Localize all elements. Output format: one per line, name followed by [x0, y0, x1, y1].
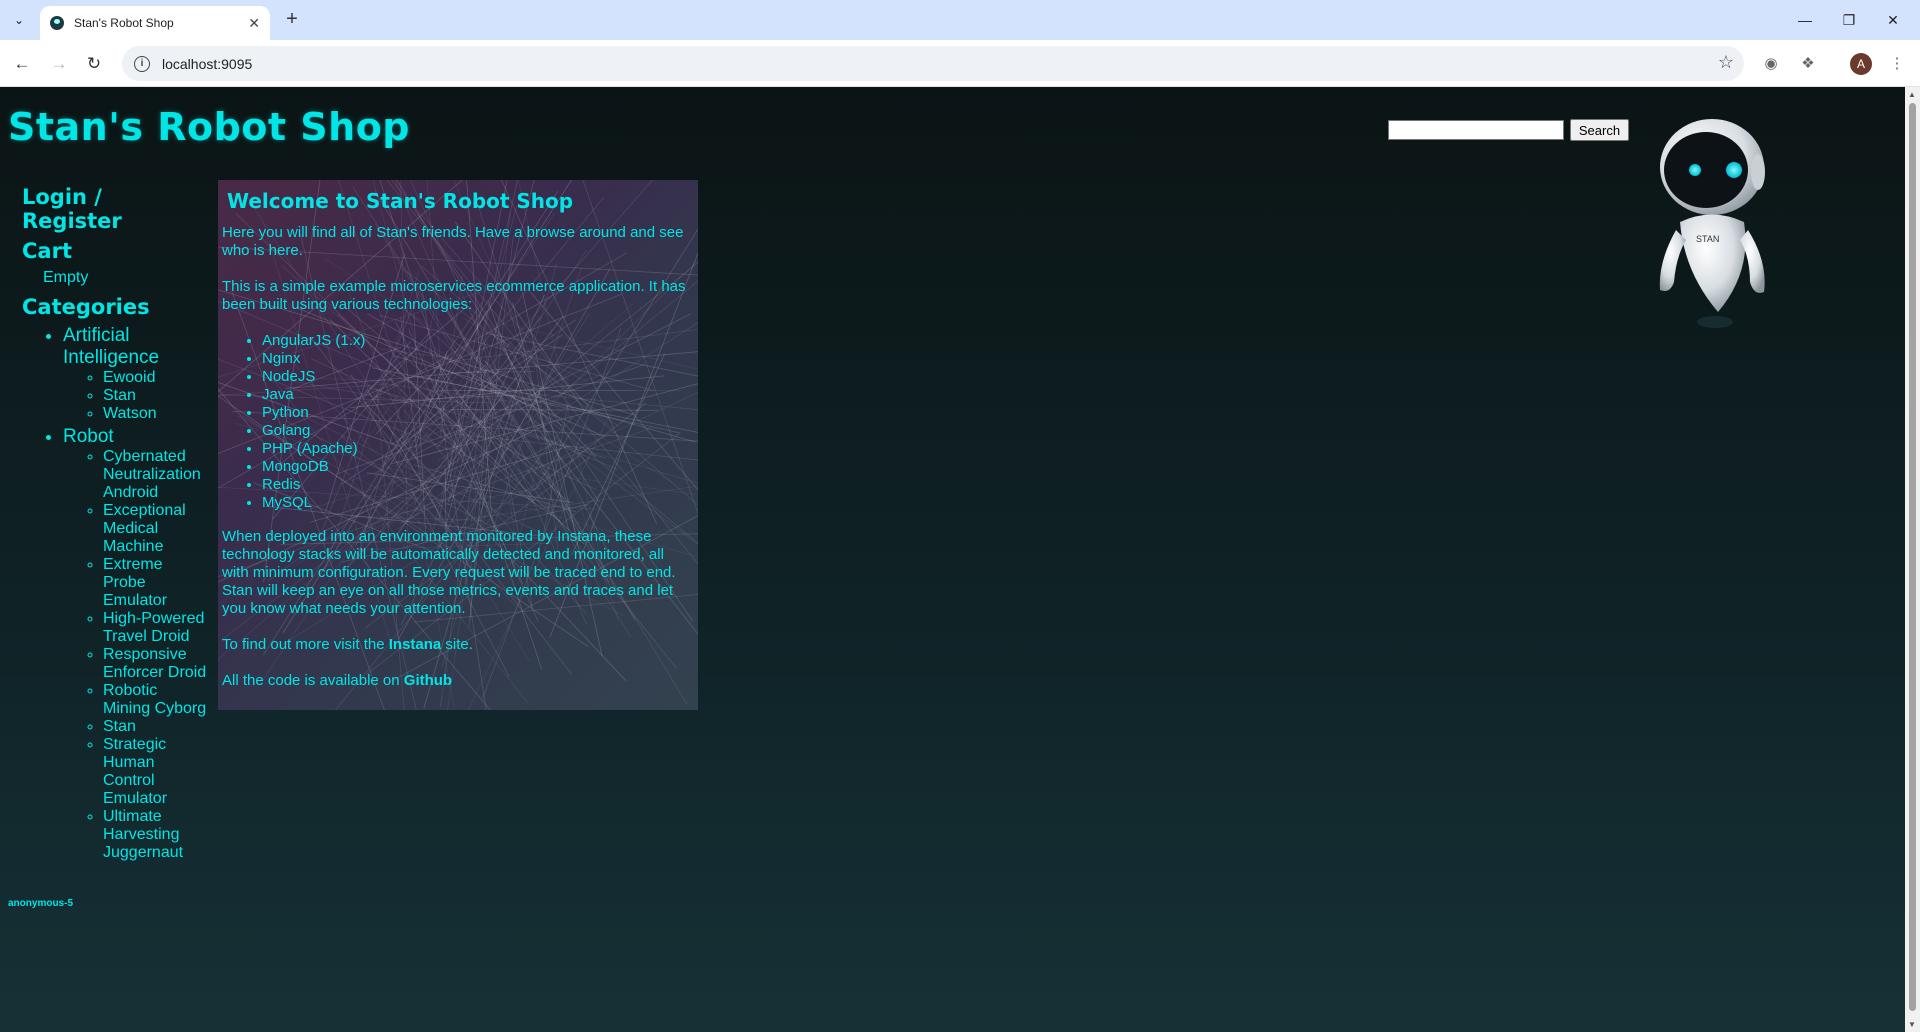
reload-icon[interactable]: ↻ — [81, 51, 107, 77]
product-link[interactable]: Ewooid — [103, 369, 207, 387]
category-item[interactable]: Robot Cybernated Neutralization Android … — [63, 426, 207, 862]
back-icon[interactable]: ← — [9, 51, 35, 77]
login-register-link[interactable]: Login / Register — [22, 185, 207, 233]
scroll-down-icon[interactable]: ▼ — [1908, 1020, 1916, 1029]
technology-item: NodeJS — [262, 368, 694, 386]
technology-item: MongoDB — [262, 458, 694, 476]
product-link[interactable]: Ultimate Harvesting Juggernaut — [103, 808, 207, 862]
github-prefix: All the code is available on — [222, 672, 404, 689]
product-link[interactable]: Responsive Enforcer Droid — [103, 646, 207, 682]
sidebar: Login / Register Cart Empty Categories A… — [22, 185, 207, 865]
product-link[interactable]: High-Powered Travel Droid — [103, 610, 207, 646]
url-text: localhost:9095 — [162, 55, 253, 72]
browser-tab-strip: ⌄ Stan's Robot Shop ✕ + — ❐ ✕ — [0, 0, 1920, 40]
welcome-description: This is a simple example microservices e… — [222, 278, 686, 313]
product-link[interactable]: Stan — [103, 718, 207, 736]
product-link[interactable]: Watson — [103, 405, 207, 423]
scroll-up-icon[interactable]: ▲ — [1908, 90, 1916, 99]
technology-item: Golang — [262, 422, 694, 440]
product-list: Ewooid Stan Watson — [63, 369, 207, 423]
close-tab-icon[interactable]: ✕ — [248, 15, 260, 32]
tab-title: Stan's Robot Shop — [74, 16, 174, 30]
user-id-label: anonymous-5 — [8, 898, 74, 909]
technology-item: Python — [262, 404, 694, 422]
tab-search-icon[interactable]: ⌄ — [6, 7, 32, 33]
welcome-content: Welcome to Stan's Robot Shop Here you wi… — [222, 180, 694, 708]
technology-item: MySQL — [262, 494, 694, 512]
product-link[interactable]: Stan — [103, 387, 207, 405]
technology-list: AngularJS (1.x) Nginx NodeJS Java Python… — [222, 332, 694, 512]
robot-badge-text: STAN — [1696, 234, 1719, 244]
cart-status: Empty — [43, 269, 89, 286]
bookmark-star-icon[interactable]: ☆ — [1718, 52, 1734, 73]
forward-icon[interactable]: → — [46, 51, 72, 77]
browser-toolbar: ← → ↻ i localhost:9095 ☆ ◉ ❖ A ⋮ — [0, 40, 1920, 87]
site-info-icon[interactable]: i — [134, 55, 150, 72]
instana-description: When deployed into an environment monito… — [222, 528, 676, 617]
browser-tab[interactable]: Stan's Robot Shop ✕ — [40, 6, 270, 40]
new-tab-icon[interactable]: + — [280, 8, 304, 32]
window-close-icon[interactable]: ✕ — [1878, 8, 1908, 32]
category-item[interactable]: Artificial Intelligence Ewooid Stan Wats… — [63, 325, 207, 423]
instana-suffix: site. — [441, 636, 473, 653]
search-button[interactable]: Search — [1570, 119, 1629, 141]
category-list: Artificial Intelligence Ewooid Stan Wats… — [22, 325, 207, 862]
restore-icon[interactable]: ❐ — [1834, 8, 1864, 32]
technology-item: AngularJS (1.x) — [262, 332, 694, 350]
page-viewport: Stan's Robot Shop Search STAN Login / Re… — [0, 87, 1905, 1032]
category-label[interactable]: Artificial Intelligence — [63, 325, 159, 368]
github-paragraph: All the code is available on Github — [222, 672, 694, 690]
welcome-heading: Welcome to Stan's Robot Shop — [227, 189, 574, 213]
instana-prefix: To find out more visit the — [222, 636, 389, 653]
product-link[interactable]: Exceptional Medical Machine — [103, 502, 207, 556]
product-link[interactable]: Cybernated Neutralization Android — [103, 448, 207, 502]
technology-item: Redis — [262, 476, 694, 494]
cart-link[interactable]: Cart — [22, 239, 207, 263]
product-link[interactable]: Strategic Human Control Emulator — [103, 736, 207, 808]
product-list: Cybernated Neutralization Android Except… — [63, 448, 207, 862]
minimize-icon[interactable]: — — [1790, 8, 1820, 32]
technology-item: PHP (Apache) — [262, 440, 694, 458]
favicon-icon — [50, 16, 64, 30]
technology-item: Nginx — [262, 350, 694, 368]
instana-link[interactable]: Instana — [389, 636, 442, 653]
site-title: Stan's Robot Shop — [8, 105, 411, 149]
camera-icon[interactable]: ◉ — [1758, 51, 1784, 77]
category-label[interactable]: Robot — [63, 426, 114, 447]
page-scrollbar[interactable]: ▲ ▼ — [1905, 87, 1920, 1032]
search-input[interactable] — [1388, 120, 1564, 140]
categories-heading: Categories — [22, 295, 150, 319]
product-link[interactable]: Robotic Mining Cyborg — [103, 682, 207, 718]
instana-paragraph: To find out more visit the Instana site. — [222, 636, 694, 654]
stan-robot-image: STAN — [1659, 119, 1765, 328]
address-bar[interactable]: i localhost:9095 ☆ — [122, 46, 1744, 81]
product-link[interactable]: Extreme Probe Emulator — [103, 556, 207, 610]
menu-kebab-icon[interactable]: ⋮ — [1884, 51, 1910, 77]
scroll-thumb[interactable] — [1909, 103, 1916, 1011]
welcome-intro: Here you will find all of Stan's friends… — [222, 224, 684, 259]
profile-avatar[interactable]: A — [1850, 53, 1872, 75]
welcome-panel: Welcome to Stan's Robot Shop Here you wi… — [218, 180, 698, 710]
extensions-icon[interactable]: ❖ — [1795, 51, 1821, 77]
github-link[interactable]: Github — [404, 672, 452, 689]
technology-item: Java — [262, 386, 694, 404]
